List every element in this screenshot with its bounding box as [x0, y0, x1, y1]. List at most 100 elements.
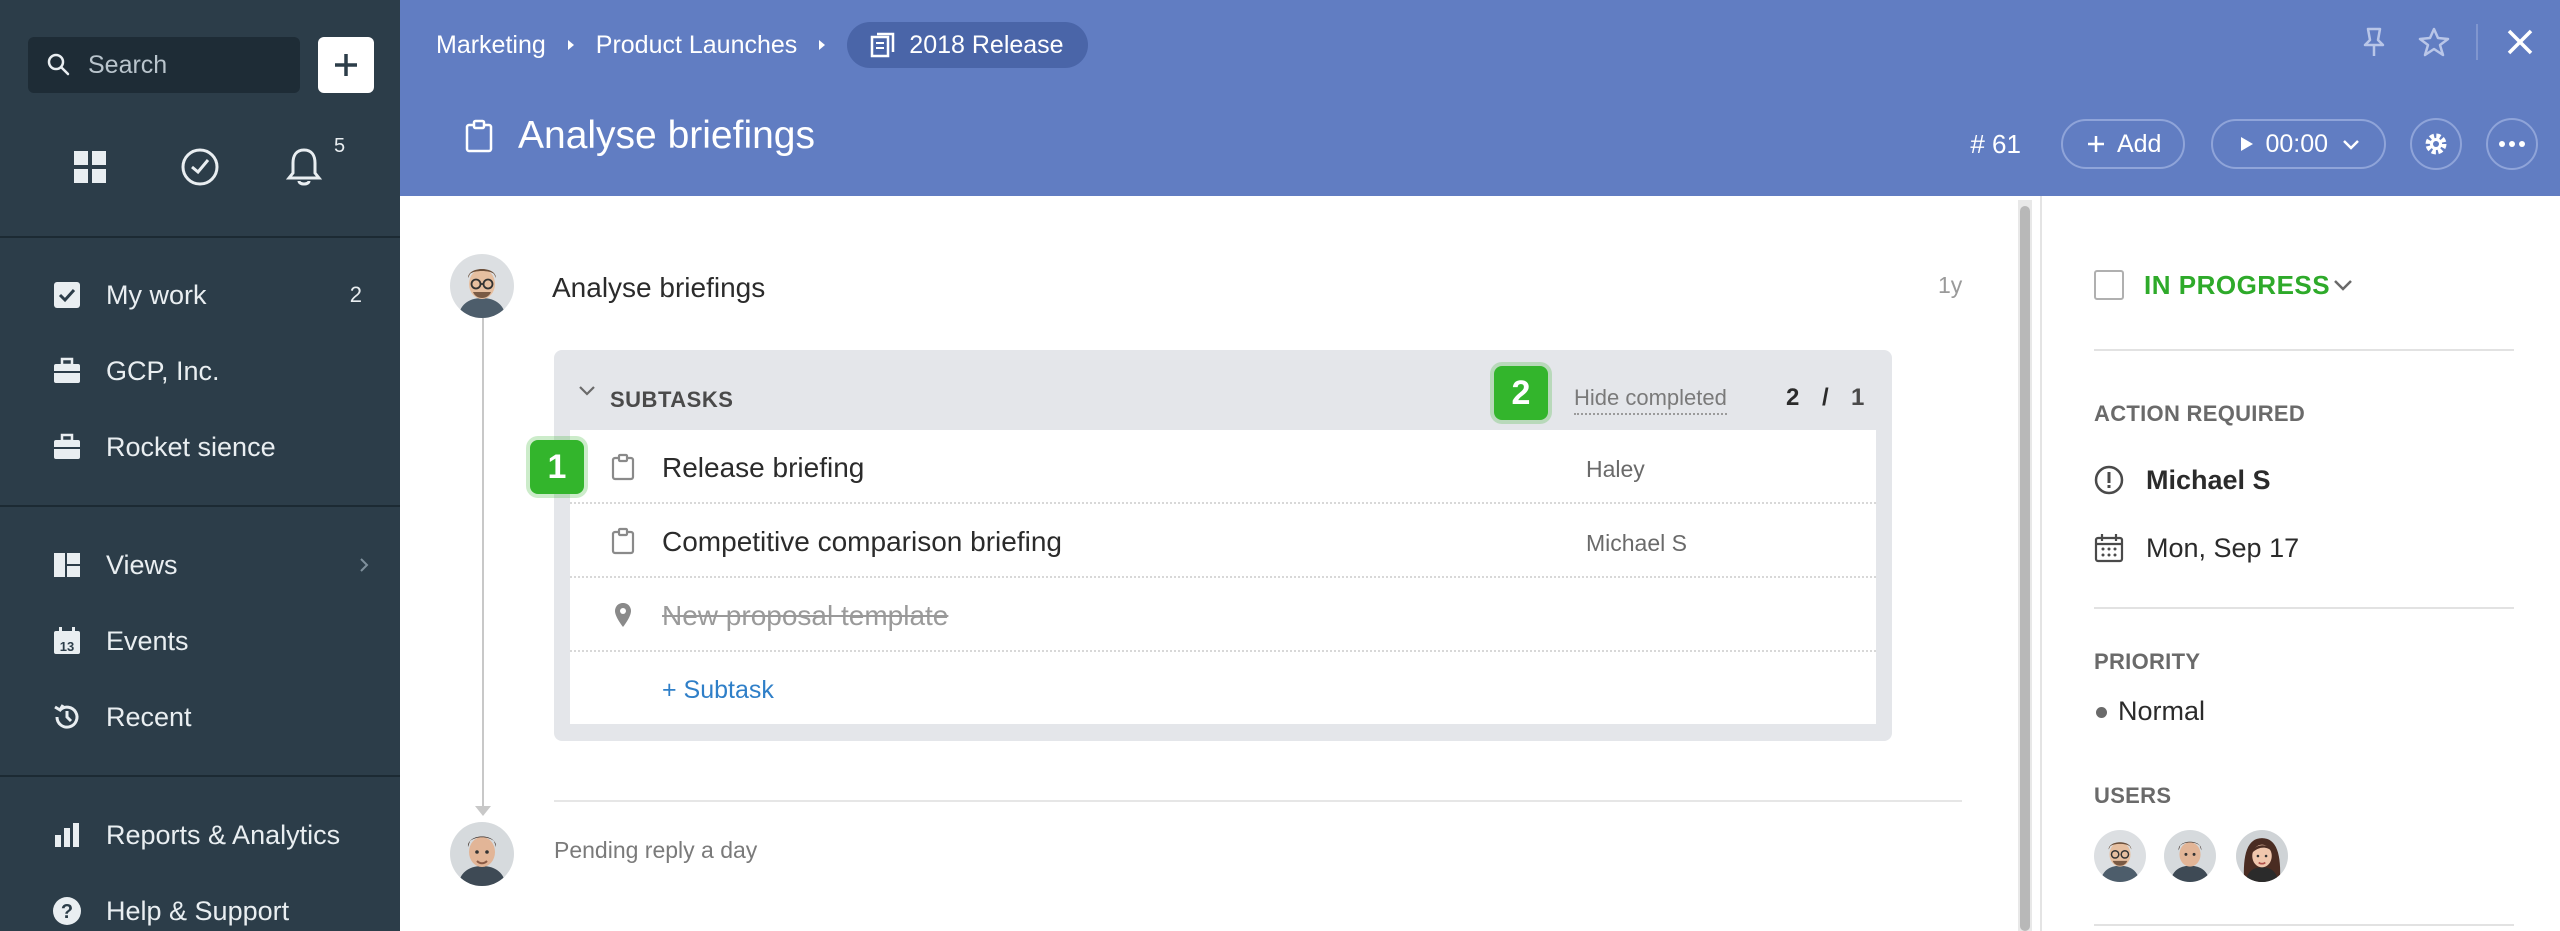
star-icon[interactable] — [2416, 24, 2452, 60]
caret-right-icon — [815, 38, 829, 52]
calendar-icon: 13 — [50, 624, 84, 658]
sidebar-item-my-work[interactable]: My work 2 — [0, 265, 400, 325]
user-avatar[interactable] — [2236, 830, 2288, 882]
settings-button[interactable] — [2410, 118, 2462, 170]
more-icon — [2499, 141, 2525, 147]
task-header: Marketing Product Launches 2018 Release … — [400, 0, 2560, 196]
priority-label: PRIORITY — [2094, 649, 2201, 674]
subtasks-title[interactable]: SUBTASKS — [610, 387, 733, 413]
action-assignee[interactable]: Michael S — [2146, 465, 2271, 496]
timer-value: 00:00 — [2265, 129, 2328, 158]
history-icon — [50, 700, 84, 734]
bar-chart-icon — [50, 818, 84, 852]
user-avatar[interactable] — [2164, 830, 2216, 882]
add-subtask-row: + Subtask — [570, 652, 1876, 724]
search-icon — [47, 53, 70, 76]
subtasks-count-separator: / — [1822, 384, 1829, 411]
scrollbar-thumb[interactable] — [2020, 206, 2030, 931]
timeline-arrow — [475, 806, 491, 816]
main-scrollbar[interactable] — [2018, 200, 2032, 931]
activity-title: Analyse briefings — [552, 272, 766, 303]
header-window-controls — [2332, 24, 2538, 60]
users-label: USERS — [2094, 783, 2172, 808]
subtask-assignee[interactable]: Haley — [1586, 456, 1645, 483]
user-avatar[interactable] — [2094, 830, 2146, 882]
add-button[interactable]: Add — [2060, 119, 2186, 169]
avatar-reply[interactable] — [450, 822, 514, 886]
sidebar-item-reports[interactable]: Reports & Analytics — [0, 805, 400, 865]
chevron-down-icon[interactable] — [578, 384, 596, 398]
briefcase-icon — [50, 430, 84, 464]
task-id: # 61 — [1970, 128, 2021, 159]
sidebar-item-help[interactable]: ? Help & Support — [0, 881, 400, 931]
sidebar-divider — [0, 775, 400, 777]
subtasks-done-count: 2 — [1786, 384, 1800, 411]
clipboard-icon — [610, 526, 636, 556]
sidebar-item-label: GCP, Inc. — [106, 355, 220, 386]
status-checkbox[interactable] — [2094, 270, 2124, 300]
create-button[interactable] — [318, 37, 374, 93]
sidebar-item-gcp[interactable]: GCP, Inc. — [0, 341, 400, 401]
sidebar-item-recent[interactable]: Recent — [0, 687, 400, 747]
pin-icon[interactable] — [2356, 24, 2392, 60]
help-icon: ? — [50, 894, 84, 928]
bell-icon[interactable] — [282, 145, 326, 189]
timer-button[interactable]: 00:00 — [2211, 119, 2386, 169]
chevron-down-icon — [2343, 140, 2359, 150]
play-icon — [2241, 137, 2254, 151]
sidebar-item-events[interactable]: 13 Events — [0, 611, 400, 671]
sidebar-item-rocket-sience[interactable]: Rocket sience — [0, 417, 400, 477]
subtask-row[interactable]: Release briefing Haley — [570, 430, 1876, 504]
breadcrumb-current-label: 2018 Release — [909, 30, 1064, 59]
activity-separator — [554, 800, 1962, 802]
subtask-assignee[interactable]: Michael S — [1586, 530, 1687, 557]
sidebar: 5 My work 2 GCP, Inc. Rocket sience View… — [0, 0, 400, 931]
details-divider — [2094, 924, 2514, 926]
search-box[interactable] — [28, 37, 300, 93]
subtask-row[interactable]: Competitive comparison briefing Michael … — [570, 504, 1876, 578]
sidebar-item-views[interactable]: Views — [0, 535, 400, 595]
gear-icon — [2425, 133, 2447, 155]
sidebar-item-label: Help & Support — [106, 895, 290, 926]
svg-text:13: 13 — [60, 639, 74, 654]
breadcrumb-current-project[interactable]: 2018 Release — [847, 22, 1088, 68]
subtasks-header: SUBTASKS Hide completed 2 / 1 — [554, 350, 1892, 430]
subtask-row[interactable]: New proposal template — [570, 578, 1876, 652]
sidebar-item-label: Reports & Analytics — [106, 819, 341, 850]
svg-text:?: ? — [61, 901, 73, 923]
calendar-icon — [2092, 531, 2126, 565]
add-subtask-link[interactable]: + Subtask — [662, 676, 774, 705]
dashboard-icon[interactable] — [68, 145, 112, 189]
subtasks-total-count: 1 — [1851, 384, 1865, 411]
subtasks-panel: SUBTASKS Hide completed 2 / 1 Release br… — [554, 350, 1892, 741]
status-dropdown[interactable]: IN PROGRESS — [2144, 270, 2330, 301]
task-title[interactable]: Analyse briefings — [518, 114, 815, 158]
subtask-name[interactable]: Competitive comparison briefing — [662, 526, 1062, 558]
search-input[interactable] — [88, 50, 288, 80]
alert-icon — [2092, 463, 2126, 497]
clipboard-icon — [610, 452, 636, 482]
chevron-down-icon[interactable] — [2332, 278, 2354, 292]
breadcrumb-item-marketing[interactable]: Marketing — [436, 31, 546, 60]
project-icon — [871, 32, 895, 58]
callout-badge-1: 1 — [530, 440, 584, 494]
callout-badge-2: 2 — [1494, 366, 1548, 420]
breadcrumb-item-product-launches[interactable]: Product Launches — [596, 31, 798, 60]
subtask-name[interactable]: Release briefing — [662, 452, 864, 484]
priority-value[interactable]: Normal — [2118, 696, 2205, 727]
plus-icon — [335, 54, 357, 76]
avatar-author[interactable] — [450, 254, 514, 318]
task-title-row: Analyse briefings — [464, 114, 815, 158]
clock-icon[interactable] — [178, 145, 222, 189]
activity-timestamp: 1y — [1938, 272, 1963, 298]
details-divider — [2094, 607, 2514, 609]
chevron-right-icon — [360, 558, 369, 572]
due-date[interactable]: Mon, Sep 17 — [2146, 533, 2299, 564]
subtask-name-completed[interactable]: New proposal template — [662, 600, 948, 632]
more-button[interactable] — [2486, 118, 2538, 170]
sidebar-item-label: Views — [106, 549, 178, 580]
location-pin-icon — [610, 600, 636, 630]
sidebar-item-label: Events — [106, 625, 189, 656]
hide-completed-link[interactable]: Hide completed — [1574, 385, 1727, 415]
close-icon[interactable] — [2502, 24, 2538, 60]
